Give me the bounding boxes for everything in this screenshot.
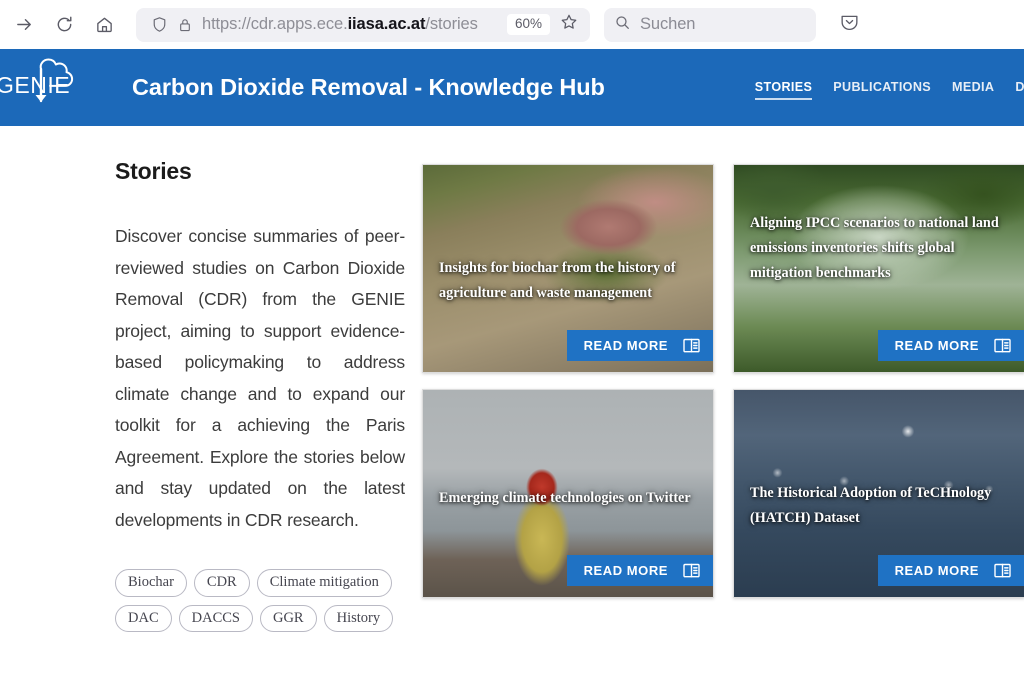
nav-item-stories[interactable]: STORIES [754, 80, 813, 100]
bookmark-button[interactable] [554, 10, 584, 40]
svg-text:GENIE: GENIE [0, 72, 70, 98]
read-more-button[interactable]: READ MORE [877, 330, 1024, 361]
tag-list: Biochar CDR Climate mitigation DAC DACCS… [115, 569, 415, 633]
tag-chip[interactable]: Biochar [115, 569, 187, 597]
article-layout-icon [994, 563, 1011, 578]
genie-logo[interactable]: GENIE [0, 57, 90, 119]
reload-button[interactable] [46, 7, 82, 43]
read-more-label: READ MORE [894, 563, 979, 578]
read-more-label: READ MORE [583, 338, 668, 353]
browser-search-box[interactable]: Suchen [604, 7, 816, 42]
intro-column: Stories Discover concise summaries of pe… [115, 158, 405, 633]
browser-toolbar: https://cdr.apps.ece.iiasa.ac.at/stories… [0, 0, 1024, 49]
home-icon [95, 15, 114, 34]
read-more-button[interactable]: READ MORE [566, 330, 713, 361]
site-title: Carbon Dioxide Removal - Knowledge Hub [132, 74, 605, 100]
chevron-down-pocket-icon [839, 12, 860, 38]
page-body: Stories Discover concise summaries of pe… [0, 126, 1024, 684]
nav-item-publications[interactable]: PUBLICATIONS [833, 80, 931, 94]
forward-button[interactable] [6, 7, 42, 43]
card-title: Emerging climate technologies on Twitter [439, 490, 691, 506]
search-input[interactable]: Suchen [640, 15, 695, 34]
site-header: GENIE Carbon Dioxide Removal - Knowledge… [0, 49, 1024, 126]
url-scheme: https://cdr.apps.ece. [202, 15, 348, 33]
url-path: /stories [425, 15, 478, 33]
article-layout-icon [683, 338, 700, 353]
read-more-button[interactable]: READ MORE [566, 555, 713, 586]
reload-icon [55, 15, 74, 34]
tag-chip[interactable]: DAC [115, 604, 172, 633]
card-title: Aligning IPCC scenarios to national land… [750, 215, 999, 281]
url-bar[interactable]: https://cdr.apps.ece.iiasa.ac.at/stories… [136, 7, 590, 42]
star-icon [560, 13, 578, 36]
article-layout-icon [994, 338, 1011, 353]
read-more-label: READ MORE [583, 563, 668, 578]
cloud-download-icon: GENIE [0, 58, 74, 102]
tag-chip[interactable]: DACCS [178, 604, 253, 633]
article-layout-icon [683, 563, 700, 578]
story-card-grid: Insights for biochar from the history of… [422, 158, 1024, 598]
intro-paragraph: Discover concise summaries of peer-revie… [115, 226, 405, 530]
url-host: iiasa.ac.at [347, 15, 426, 33]
story-card[interactable]: Aligning IPCC scenarios to national land… [733, 164, 1024, 373]
nav-item-media[interactable]: MEDIA [952, 80, 994, 94]
story-card[interactable]: Emerging climate technologies on Twitter… [422, 389, 714, 598]
tag-chip[interactable]: Climate mitigation [256, 569, 392, 597]
nav-item-data-explorer[interactable]: DATA E [1015, 80, 1024, 94]
main-navigation: STORIES PUBLICATIONS MEDIA DATA E [754, 80, 1024, 100]
tag-chip[interactable]: CDR [193, 569, 250, 597]
lock-icon[interactable] [172, 17, 198, 33]
forward-arrow-icon [15, 15, 34, 34]
search-icon [614, 14, 631, 36]
content-wrapper: Stories Discover concise summaries of pe… [0, 126, 1024, 633]
tracking-shield-icon[interactable] [146, 16, 172, 33]
read-more-button[interactable]: READ MORE [877, 555, 1024, 586]
read-more-label: READ MORE [894, 338, 979, 353]
page-title: Stories [115, 158, 192, 184]
story-card[interactable]: Insights for biochar from the history of… [422, 164, 714, 373]
tag-chip[interactable]: GGR [259, 604, 317, 633]
tag-chip[interactable]: History [323, 604, 394, 633]
pocket-save-button[interactable] [832, 8, 866, 42]
home-button[interactable] [86, 7, 122, 43]
url-text[interactable]: https://cdr.apps.ece.iiasa.ac.at/stories [198, 15, 507, 34]
story-card[interactable]: The Historical Adoption of TeCHnology (H… [733, 389, 1024, 598]
card-title: Insights for biochar from the history of… [439, 260, 676, 301]
card-title: The Historical Adoption of TeCHnology (H… [750, 485, 992, 526]
zoom-level-badge[interactable]: 60% [506, 14, 550, 35]
